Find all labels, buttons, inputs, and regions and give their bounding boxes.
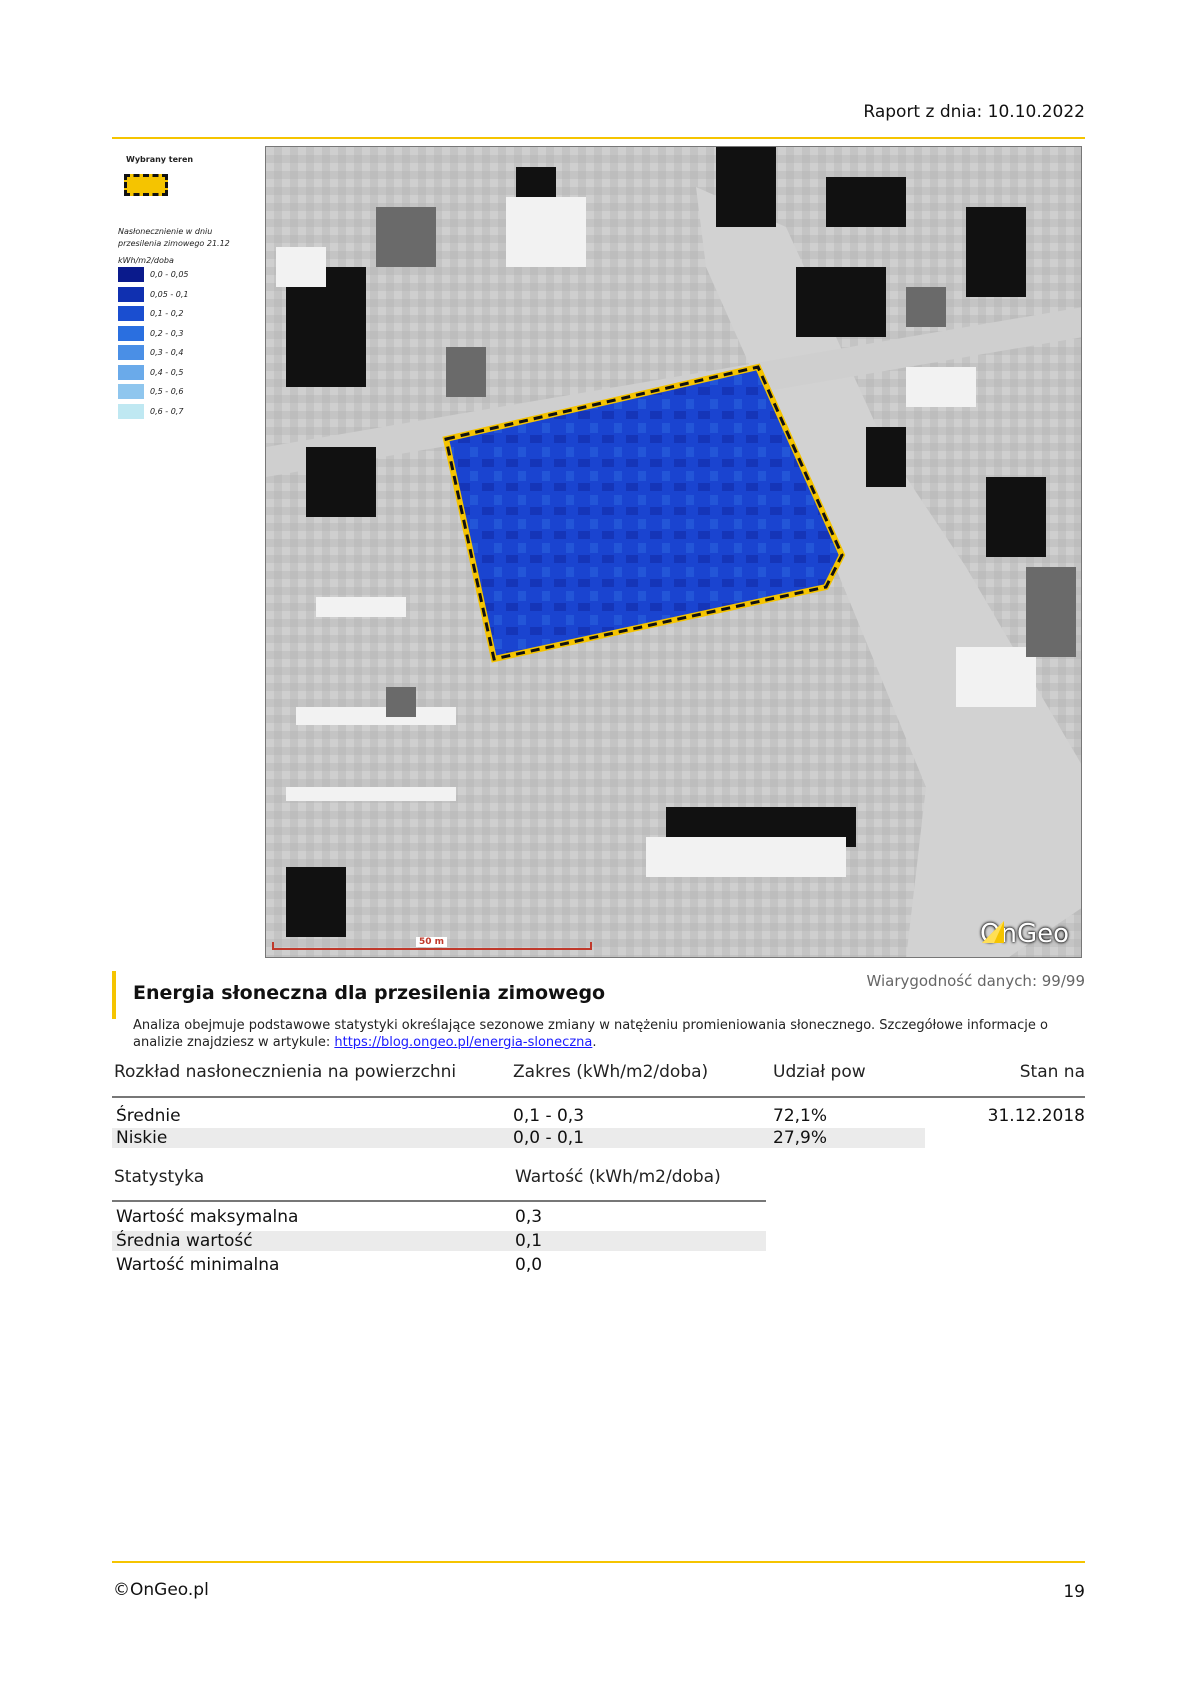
dist-row-area: Niskie: [116, 1128, 168, 1148]
legend-item-label: 0,05 - 0,1: [150, 289, 189, 299]
legend-item: 0,3 - 0,4: [118, 343, 248, 363]
map-legend: Wybrany teren Nasłonecznienie w dniu prz…: [118, 155, 248, 421]
dist-date: 31.12.2018: [987, 1106, 1085, 1126]
legend-swatch: [118, 345, 144, 361]
legend-item: 0,2 - 0,3: [118, 324, 248, 344]
legend-swatch: [118, 325, 144, 341]
dist-row-share: 72,1%: [773, 1106, 828, 1126]
map-raster: [266, 147, 1081, 957]
scale-label: 50 m: [416, 937, 448, 947]
section-description: Analiza obejmuje podstawowe statystyki o…: [133, 1017, 1085, 1051]
dist-header-share: Udział pow: [773, 1062, 866, 1082]
legend-swatch: [118, 403, 144, 419]
stats-row-name: Średnia wartość: [116, 1231, 253, 1251]
legend-item-label: 0,6 - 0,7: [150, 406, 184, 416]
ongeo-logo-icon: [982, 921, 1004, 943]
legend-item: 0,0 - 0,05: [118, 265, 248, 285]
legend-item: 0,1 - 0,2: [118, 304, 248, 324]
legend-swatch: [118, 267, 144, 283]
legend-swatch: [118, 306, 144, 322]
legend-rows: 0,0 - 0,05 0,05 - 0,1 0,1 - 0,2 0,2 - 0,…: [118, 265, 248, 421]
legend-swatch: [118, 364, 144, 380]
dist-header-rule: [112, 1096, 1085, 1098]
stats-header-name: Statystyka: [114, 1167, 205, 1187]
dist-row-share: 27,9%: [773, 1128, 828, 1148]
data-reliability: Wiarygodność danych: 99/99: [866, 972, 1085, 990]
legend-item: 0,4 - 0,5: [118, 363, 248, 383]
legend-item-label: 0,2 - 0,3: [150, 328, 184, 338]
legend-item-label: 0,5 - 0,6: [150, 387, 184, 397]
legend-item-label: 0,1 - 0,2: [150, 309, 184, 319]
report-date: Raport z dnia: 10.10.2022: [863, 102, 1085, 122]
dist-header-date: Stan na: [1019, 1062, 1085, 1082]
section-accent-bar: [112, 971, 116, 1019]
legend-item-label: 0,3 - 0,4: [150, 348, 184, 358]
stats-header-rule: [112, 1200, 766, 1202]
stats-row-value: 0,0: [515, 1255, 543, 1275]
stats-header-value: Wartość (kWh/m2/doba): [515, 1167, 721, 1187]
legend-title: Nasłonecznienie w dniu przesilenia zimow…: [118, 227, 230, 248]
footer-divider: [112, 1561, 1085, 1563]
article-link[interactable]: https://blog.ongeo.pl/energia-sloneczna: [334, 1035, 592, 1050]
dist-header-range: Zakres (kWh/m2/doba): [513, 1062, 709, 1082]
legend-item: 0,5 - 0,6: [118, 382, 248, 402]
stats-row-value: 0,1: [515, 1231, 543, 1251]
legend-swatch: [118, 384, 144, 400]
stats-row-name: Wartość maksymalna: [116, 1207, 299, 1227]
dist-row-range: 0,1 - 0,3: [513, 1106, 585, 1126]
header-divider: [112, 137, 1085, 139]
legend-item-label: 0,4 - 0,5: [150, 367, 184, 377]
dist-row-range: 0,0 - 0,1: [513, 1128, 585, 1148]
legend-item-label: 0,0 - 0,05: [150, 270, 189, 280]
footer-brand: ©OnGeo.pl: [113, 1580, 209, 1600]
map-logo: OnGeo: [980, 919, 1069, 949]
section-title: Energia słoneczna dla przesilenia zimowe…: [133, 982, 606, 1004]
legend-selected-area-swatch: [124, 174, 168, 196]
page-number: 19: [1063, 1582, 1085, 1602]
legend-unit: kWh/m2/doba: [118, 256, 174, 265]
legend-selected-area-title: Wybrany teren: [126, 155, 194, 164]
description-end: .: [592, 1035, 597, 1050]
dist-row-area: Średnie: [116, 1106, 181, 1126]
legend-item: 0,6 - 0,7: [118, 402, 248, 422]
stats-row-value: 0,3: [515, 1207, 543, 1227]
legend-swatch: [118, 286, 144, 302]
dist-header-area: Rozkład nasłonecznienia na powierzchni: [114, 1062, 457, 1082]
legend-item: 0,05 - 0,1: [118, 285, 248, 305]
solar-map[interactable]: 50 m OnGeo: [265, 146, 1082, 958]
stats-row-name: Wartość minimalna: [116, 1255, 280, 1275]
